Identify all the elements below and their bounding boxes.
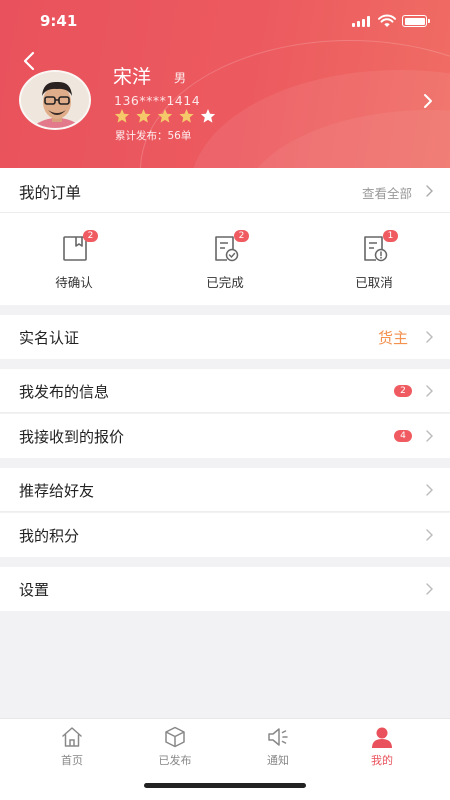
badge: 2 (83, 230, 98, 242)
tab-mine[interactable]: 我的 (352, 725, 412, 773)
orders-title: 我的订单 (19, 184, 82, 202)
badge: 2 (234, 230, 249, 242)
star-filled-icon (157, 109, 173, 123)
chevron-right-icon[interactable] (424, 184, 434, 198)
chevron-right-icon[interactable] (421, 93, 435, 109)
tab-home[interactable]: 首页 (42, 725, 102, 773)
order-completed-label: 已完成 (206, 275, 244, 290)
avatar-photo (21, 72, 89, 128)
menu-row-settings[interactable]: 设置 (0, 567, 450, 611)
chevron-right-icon (426, 529, 433, 541)
menu-row-points[interactable]: 我的积分 (0, 513, 450, 557)
divider (0, 212, 450, 213)
tab-label: 已发布 (158, 754, 192, 767)
published-count: 累计发布：56单 (115, 130, 192, 142)
box-icon (165, 726, 185, 748)
user-gender: 男 (174, 71, 187, 85)
count-badge: 4 (394, 430, 412, 442)
order-pending-label: 待确认 (55, 275, 93, 290)
divider (0, 511, 450, 512)
chevron-right-icon (426, 430, 433, 442)
home-icon (62, 727, 82, 747)
battery-icon (402, 15, 430, 27)
chevron-right-icon (426, 583, 433, 595)
menu-row-label: 实名认证 (19, 329, 80, 347)
tab-published[interactable]: 已发布 (145, 725, 205, 773)
tab-label: 通知 (267, 754, 289, 767)
menu-row-verification[interactable]: 实名认证 货主 (0, 315, 450, 359)
star-filled-icon (179, 109, 194, 123)
star-empty-icon (200, 109, 216, 123)
status-bar: 9:41 (0, 0, 450, 44)
signal-icon (352, 16, 372, 27)
divider (0, 412, 450, 413)
wifi-icon (378, 14, 396, 27)
user-phone: 136****1414 (114, 93, 201, 108)
tab-notifications[interactable]: 通知 (248, 725, 308, 773)
view-all-orders-link[interactable]: 查看全部 (362, 183, 412, 202)
badge: 1 (383, 230, 398, 242)
menu-row-label: 我发布的信息 (19, 383, 110, 401)
count-badge: 2 (394, 385, 412, 397)
menu-row-label: 我接收到的报价 (19, 428, 125, 446)
speaker-icon (268, 728, 288, 746)
rating-stars (114, 109, 216, 123)
home-indicator (144, 783, 306, 788)
order-pending-button[interactable]: 2 待确认 (29, 228, 119, 298)
star-filled-icon (114, 109, 130, 123)
menu-row-my-posts[interactable]: 我发布的信息 2 (0, 369, 450, 413)
tab-label: 首页 (61, 754, 83, 767)
menu-row-label: 推荐给好友 (19, 482, 95, 500)
orders-section: 我的订单 查看全部 2 待确认 2 已完成 1 已取消 (0, 168, 450, 305)
order-completed-button[interactable]: 2 已完成 (180, 228, 270, 298)
person-icon (372, 727, 392, 748)
menu-row-label: 设置 (19, 581, 50, 599)
user-name: 宋洋 (113, 66, 152, 88)
chevron-right-icon (426, 331, 433, 343)
role-tag: 货主 (378, 329, 409, 347)
star-filled-icon (136, 109, 151, 123)
menu-row-label: 我的积分 (19, 527, 80, 545)
back-icon[interactable] (18, 50, 40, 72)
avatar[interactable] (18, 70, 92, 130)
order-cancelled-button[interactable]: 1 已取消 (329, 228, 419, 298)
menu-row-quotes[interactable]: 我接收到的报价 4 (0, 414, 450, 458)
chevron-right-icon (426, 385, 433, 397)
status-time: 9:41 (40, 12, 78, 30)
tab-label: 我的 (371, 754, 393, 767)
chevron-right-icon (426, 484, 433, 496)
menu-row-recommend[interactable]: 推荐给好友 (0, 468, 450, 512)
order-cancelled-label: 已取消 (355, 275, 393, 290)
